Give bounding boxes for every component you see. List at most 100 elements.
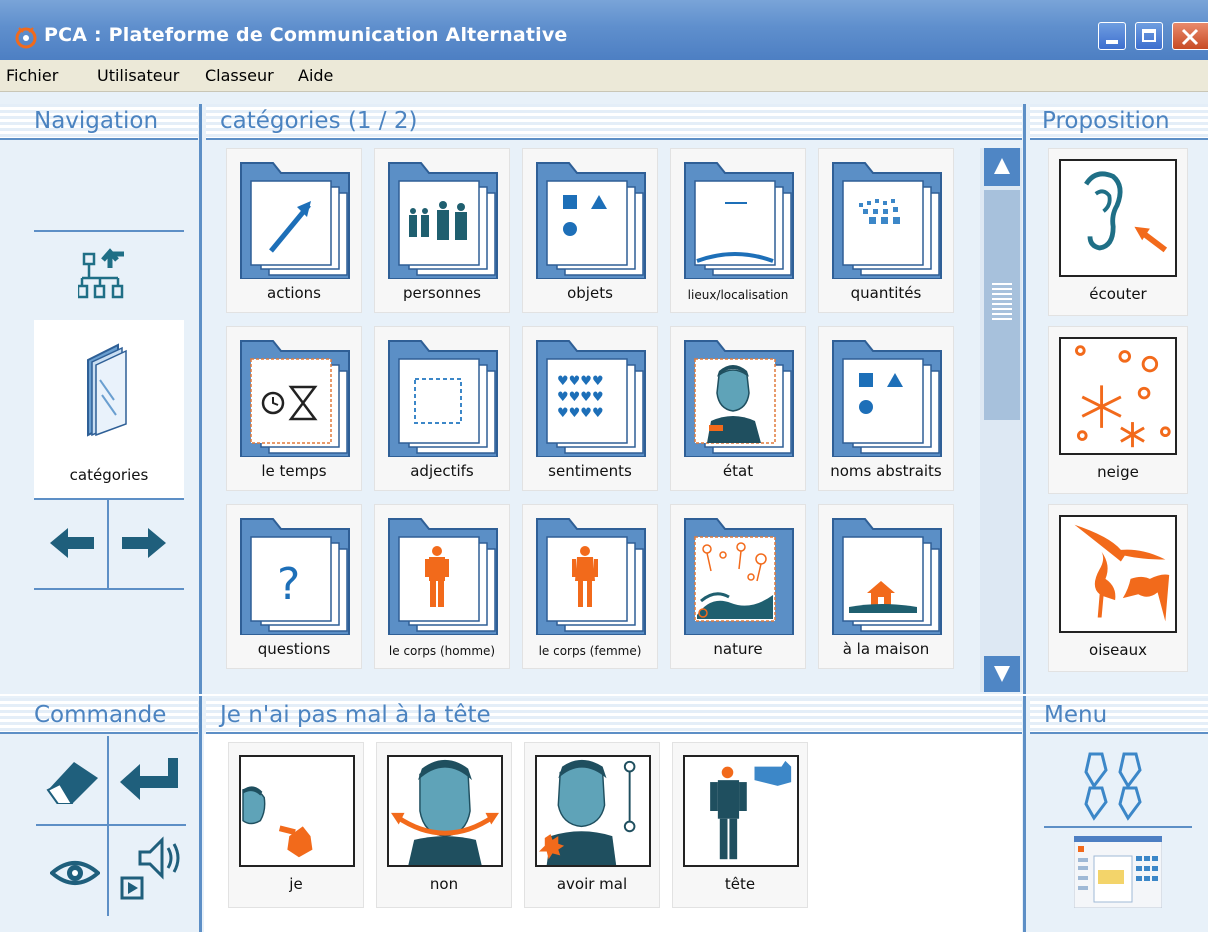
- sentence-title: Je n'ai pas mal à la tête: [220, 702, 491, 728]
- minimize-icon: [1106, 40, 1118, 44]
- category-tile[interactable]: le temps: [226, 326, 362, 491]
- eye-icon[interactable]: [50, 858, 100, 888]
- speaker-icon[interactable]: [118, 836, 184, 902]
- sentence-word[interactable]: tête: [672, 742, 808, 908]
- category-tile[interactable]: noms abstraits: [818, 326, 954, 491]
- sentence-word-label: je: [289, 875, 303, 893]
- man-body-icon: [388, 518, 498, 635]
- category-label: le temps: [261, 462, 327, 480]
- scroll-up-button[interactable]: [984, 148, 1020, 186]
- left-separator: [199, 104, 202, 932]
- sentence-header: Je n'ai pas mal à la tête: [206, 698, 1022, 734]
- enter-icon[interactable]: [118, 756, 180, 806]
- navigation-header: Navigation: [0, 104, 198, 140]
- category-label: personnes: [403, 284, 481, 302]
- category-label: objets: [567, 284, 613, 302]
- category-tile[interactable]: objets: [522, 148, 658, 313]
- shapes-icon: [832, 340, 942, 457]
- navigation-title: Navigation: [34, 108, 159, 134]
- category-tile[interactable]: état: [670, 326, 806, 491]
- birds-icon: [1059, 515, 1177, 633]
- screenshot-thumbnail-icon[interactable]: [1074, 836, 1162, 908]
- window-title: PCA : Plateforme de Communication Altern…: [44, 24, 568, 46]
- face-icon: [684, 340, 794, 457]
- hearts-icon: ♥♥♥♥ ♥♥♥♥ ♥♥♥♥: [536, 340, 646, 457]
- category-label: lieux/localisation: [687, 288, 789, 302]
- category-tile[interactable]: ♥♥♥♥ ♥♥♥♥ ♥♥♥♥ sentiments: [522, 326, 658, 491]
- category-label: nature: [713, 640, 763, 658]
- categories-header: catégories (1 / 2): [206, 104, 1022, 140]
- menu-aide[interactable]: Aide: [298, 66, 333, 85]
- svg-text:♥♥♥♥: ♥♥♥♥: [557, 390, 604, 405]
- scroll-down-button[interactable]: [984, 656, 1020, 692]
- nav-divider-2: [34, 498, 184, 500]
- right-separator: [1023, 104, 1026, 932]
- menu-bar: Fichier Utilisateur Classeur Aide: [0, 60, 1208, 92]
- svg-text:♥♥♥♥: ♥♥♥♥: [557, 406, 604, 421]
- hierarchy-up-icon[interactable]: [78, 248, 130, 304]
- grip-icon: [992, 283, 1012, 320]
- arrow-right-icon[interactable]: [120, 526, 168, 560]
- category-label: noms abstraits: [830, 462, 942, 480]
- category-tile[interactable]: le corps (femme): [522, 504, 658, 669]
- category-tile[interactable]: quantités: [818, 148, 954, 313]
- arrow-left-icon[interactable]: [48, 526, 96, 560]
- svg-text:♥♥♥♥: ♥♥♥♥: [557, 374, 604, 389]
- close-icon: [1181, 28, 1199, 46]
- nav-current-category[interactable]: catégories: [34, 320, 184, 498]
- sentence-word-label: tête: [724, 875, 756, 893]
- nav-divider: [34, 230, 184, 232]
- sentence-word[interactable]: je: [228, 742, 364, 908]
- category-label: à la maison: [842, 640, 930, 658]
- category-tile[interactable]: à la maison: [818, 504, 954, 669]
- category-tile[interactable]: actions: [226, 148, 362, 313]
- title-bar: PCA : Plateforme de Communication Altern…: [0, 0, 1208, 60]
- category-label: état: [722, 462, 754, 480]
- category-tile[interactable]: nature: [670, 504, 806, 669]
- chain-icon[interactable]: [1080, 750, 1150, 822]
- proposition-tile[interactable]: neige: [1048, 326, 1188, 494]
- sentence-word[interactable]: non: [376, 742, 512, 908]
- triangle-up-icon: [994, 158, 1010, 174]
- menu-divider: [1044, 826, 1192, 828]
- maximize-button[interactable]: [1135, 22, 1163, 50]
- menu-classeur[interactable]: Classeur: [205, 66, 274, 85]
- command-divider-v: [107, 736, 109, 916]
- category-tile[interactable]: le corps (homme): [374, 504, 510, 669]
- menu-fichier[interactable]: Fichier: [6, 66, 58, 85]
- shapes-icon: [536, 162, 646, 279]
- minimize-button[interactable]: [1098, 22, 1126, 50]
- sentence-word-label: non: [429, 875, 459, 893]
- eraser-icon[interactable]: [44, 756, 102, 804]
- proposition-tile[interactable]: écouter: [1048, 148, 1188, 316]
- me-icon: [239, 755, 355, 867]
- app-icon: [15, 27, 37, 49]
- head-shake-icon: [387, 755, 503, 867]
- head-point-icon: [683, 755, 799, 867]
- snowflake-icon: [1059, 337, 1177, 455]
- nature-icon: [684, 518, 794, 635]
- place-icon: [684, 162, 794, 279]
- question-mark-icon: ?: [240, 518, 350, 635]
- sentence-word[interactable]: avoir mal: [524, 742, 660, 908]
- nav-arrow-divider: [107, 500, 109, 588]
- quantity-icon: [832, 162, 942, 279]
- time-icon: [240, 340, 350, 457]
- menu-utilisateur[interactable]: Utilisateur: [97, 66, 179, 85]
- svg-text:?: ?: [277, 559, 300, 610]
- category-label: actions: [267, 284, 321, 302]
- scroll-thumb[interactable]: [984, 190, 1020, 420]
- category-label: adjectifs: [410, 462, 474, 480]
- maximize-icon: [1142, 29, 1156, 42]
- category-label: questions: [257, 640, 331, 658]
- menu-panel-title: Menu: [1044, 702, 1108, 728]
- category-tile[interactable]: adjectifs: [374, 326, 510, 491]
- horizontal-separator: [0, 694, 1208, 696]
- proposition-tile[interactable]: oiseaux: [1048, 504, 1188, 672]
- category-tile[interactable]: lieux/localisation: [670, 148, 806, 313]
- close-button[interactable]: [1172, 22, 1208, 50]
- commande-header: Commande: [0, 698, 198, 734]
- category-tile[interactable]: personnes: [374, 148, 510, 313]
- ear-icon: [1059, 159, 1177, 277]
- category-tile[interactable]: ? questions: [226, 504, 362, 669]
